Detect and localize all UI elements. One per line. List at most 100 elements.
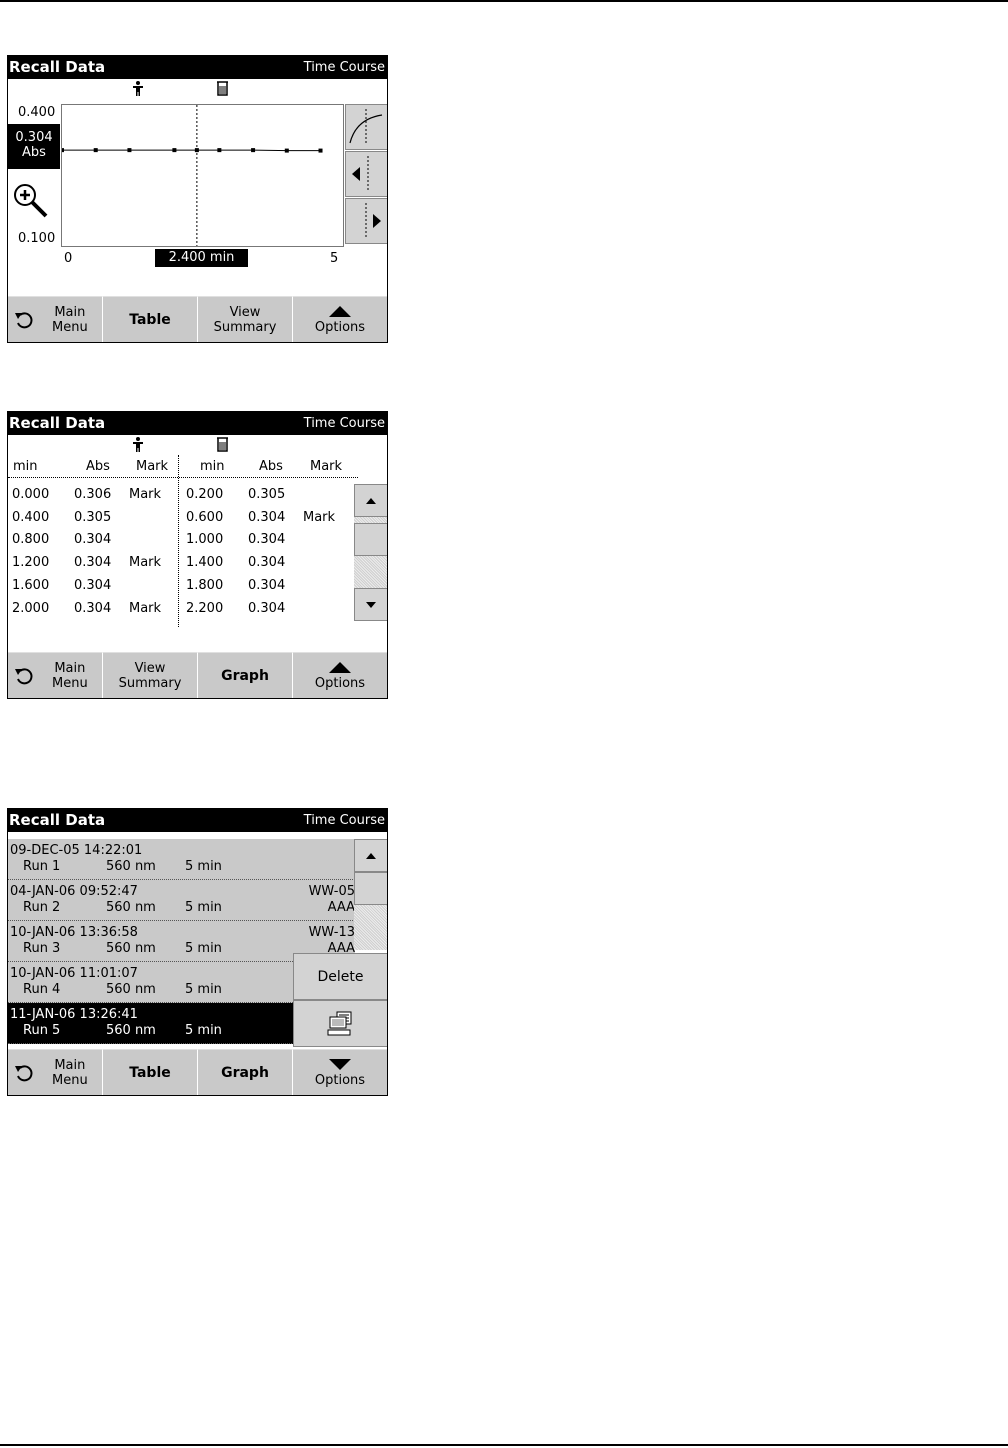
table-cell: 0.304 <box>248 509 286 525</box>
table-cell: Mark <box>129 600 162 616</box>
column-header: Abs <box>86 459 110 474</box>
mode-label: Time Course <box>303 813 385 828</box>
y-axis-max-label: 0.400 <box>18 105 56 120</box>
column-header: min <box>200 459 225 474</box>
run-list-item[interactable]: 11-JAN-06 13:26:41 Run 5 560 nm 5 min <box>8 1003 294 1044</box>
duration: 5 min <box>185 982 222 997</box>
data-point <box>93 148 98 153</box>
main-menu-button[interactable]: Main Menu <box>8 1049 103 1095</box>
wavelength: 560 nm <box>106 941 156 956</box>
cursor-left-button[interactable] <box>345 151 387 197</box>
wavelength: 560 nm <box>106 982 156 997</box>
summary-label-1: View <box>134 661 166 676</box>
graph-button[interactable]: Graph <box>198 1049 293 1095</box>
view-summary-button[interactable]: View Summary <box>198 296 293 342</box>
bottom-toolbar: Main Menu View Summary Graph Options <box>8 652 387 698</box>
table-button-label: Table <box>129 311 171 328</box>
run-name: Run 5 <box>23 1023 61 1038</box>
title-bar: Recall Data Time Course <box>8 56 387 79</box>
options-button[interactable]: Options <box>293 296 387 342</box>
column-header: Abs <box>259 459 283 474</box>
summary-label-2: Summary <box>213 320 277 335</box>
triangle-down-icon <box>329 1058 351 1070</box>
status-icons <box>8 435 387 455</box>
run-datetime: 10-JAN-06 11:01:07 <box>10 966 138 981</box>
curve-fit-button[interactable] <box>345 104 387 150</box>
table-cell: 0.305 <box>74 509 112 525</box>
data-point <box>251 148 256 153</box>
table-cell: 0.304 <box>248 577 286 593</box>
bottom-toolbar: Main Menu Table View Summary Options <box>8 296 387 342</box>
main-menu-button[interactable]: Main Menu <box>8 652 103 698</box>
duration: 5 min <box>185 941 222 956</box>
triangle-up-icon <box>329 661 351 673</box>
table-button[interactable]: Table <box>103 1049 198 1095</box>
triangle-up-icon <box>329 305 351 317</box>
cursor-left-icon <box>352 156 369 192</box>
graph-button-label: Graph <box>221 667 269 684</box>
screen-title: Recall Data <box>9 414 106 432</box>
run-datetime: 09-DEC-05 14:22:01 <box>10 843 143 858</box>
table-cell: 0.304 <box>74 600 112 616</box>
duration: 5 min <box>185 1023 222 1038</box>
sample-id: WW-05 <box>308 884 355 899</box>
run-list-item[interactable]: 09-DEC-05 14:22:01 Run 1 560 nm 5 min <box>8 839 355 880</box>
scroll-up-button[interactable] <box>354 484 387 517</box>
table-cell: 0.304 <box>248 600 286 616</box>
list-screen: Recall Data Time Course 09-DEC-05 14:22:… <box>7 808 388 1096</box>
options-label: Options <box>314 1072 366 1088</box>
summary-label-1: View <box>229 305 261 320</box>
arrow-up-icon <box>366 497 376 504</box>
main-menu-button[interactable]: Main Menu <box>8 296 103 342</box>
table-button[interactable]: Table <box>103 296 198 342</box>
table-cell: Mark <box>129 487 162 502</box>
scroll-up-button[interactable] <box>354 839 387 872</box>
data-point <box>217 148 222 153</box>
wavelength: 560 nm <box>106 900 156 915</box>
graph-button[interactable]: Graph <box>198 652 293 698</box>
run-name: Run 1 <box>23 859 61 874</box>
table-cell: 1.600 <box>12 577 50 593</box>
run-list-item[interactable]: 04-JAN-06 09:52:47 Run 2 560 nm 5 min WW-05 A… <box>8 880 355 921</box>
run-name: Run 2 <box>23 900 61 915</box>
data-point <box>194 148 199 153</box>
options-label: Options <box>314 319 366 335</box>
zoom-in-icon[interactable] <box>12 182 52 222</box>
data-point <box>60 148 64 153</box>
table-cell: 0.800 <box>12 532 50 548</box>
options-button[interactable]: Options <box>293 652 387 698</box>
computer-icon <box>327 1011 351 1035</box>
data-point <box>284 148 289 153</box>
options-button[interactable]: Options <box>293 1049 387 1095</box>
scroll-track[interactable] <box>354 905 387 950</box>
scroll-thumb[interactable] <box>354 872 387 905</box>
table-cell: 1.800 <box>186 577 224 593</box>
cursor-value: 0.304 <box>15 130 53 145</box>
title-bar: Recall Data Time Course <box>8 412 387 435</box>
cursor-right-icon <box>365 203 381 239</box>
mode-label: Time Course <box>303 416 385 431</box>
y-axis-min-label: 0.100 <box>18 231 56 246</box>
bottom-rule <box>0 1444 1008 1446</box>
run-name: Run 4 <box>23 982 61 997</box>
plot-area[interactable] <box>60 104 344 247</box>
back-arrow-icon <box>15 668 33 685</box>
table-cell: 0.200 <box>186 487 224 502</box>
table-screen: Recall Data Time Course min Abs Mark min Abs… <box>7 411 388 699</box>
cursor-right-button[interactable] <box>345 198 387 244</box>
scroll-down-button[interactable] <box>354 588 387 621</box>
mode-label: Time Course <box>303 60 385 75</box>
table-cell: 0.304 <box>74 555 112 571</box>
data-point <box>172 148 177 153</box>
view-summary-button[interactable]: View Summary <box>103 652 198 698</box>
scroll-thumb[interactable] <box>354 522 387 556</box>
cursor-unit: Abs <box>22 145 46 160</box>
arrow-up-icon <box>366 852 376 859</box>
main-menu-label-2: Menu <box>52 320 88 335</box>
x-axis-min-label: 0 <box>64 251 73 266</box>
screen-title: Recall Data <box>9 811 106 829</box>
delete-button[interactable]: Delete <box>293 953 387 1000</box>
x-axis-max-label: 5 <box>330 251 339 266</box>
column-divider <box>178 455 179 627</box>
send-to-pc-button[interactable] <box>293 1000 387 1047</box>
